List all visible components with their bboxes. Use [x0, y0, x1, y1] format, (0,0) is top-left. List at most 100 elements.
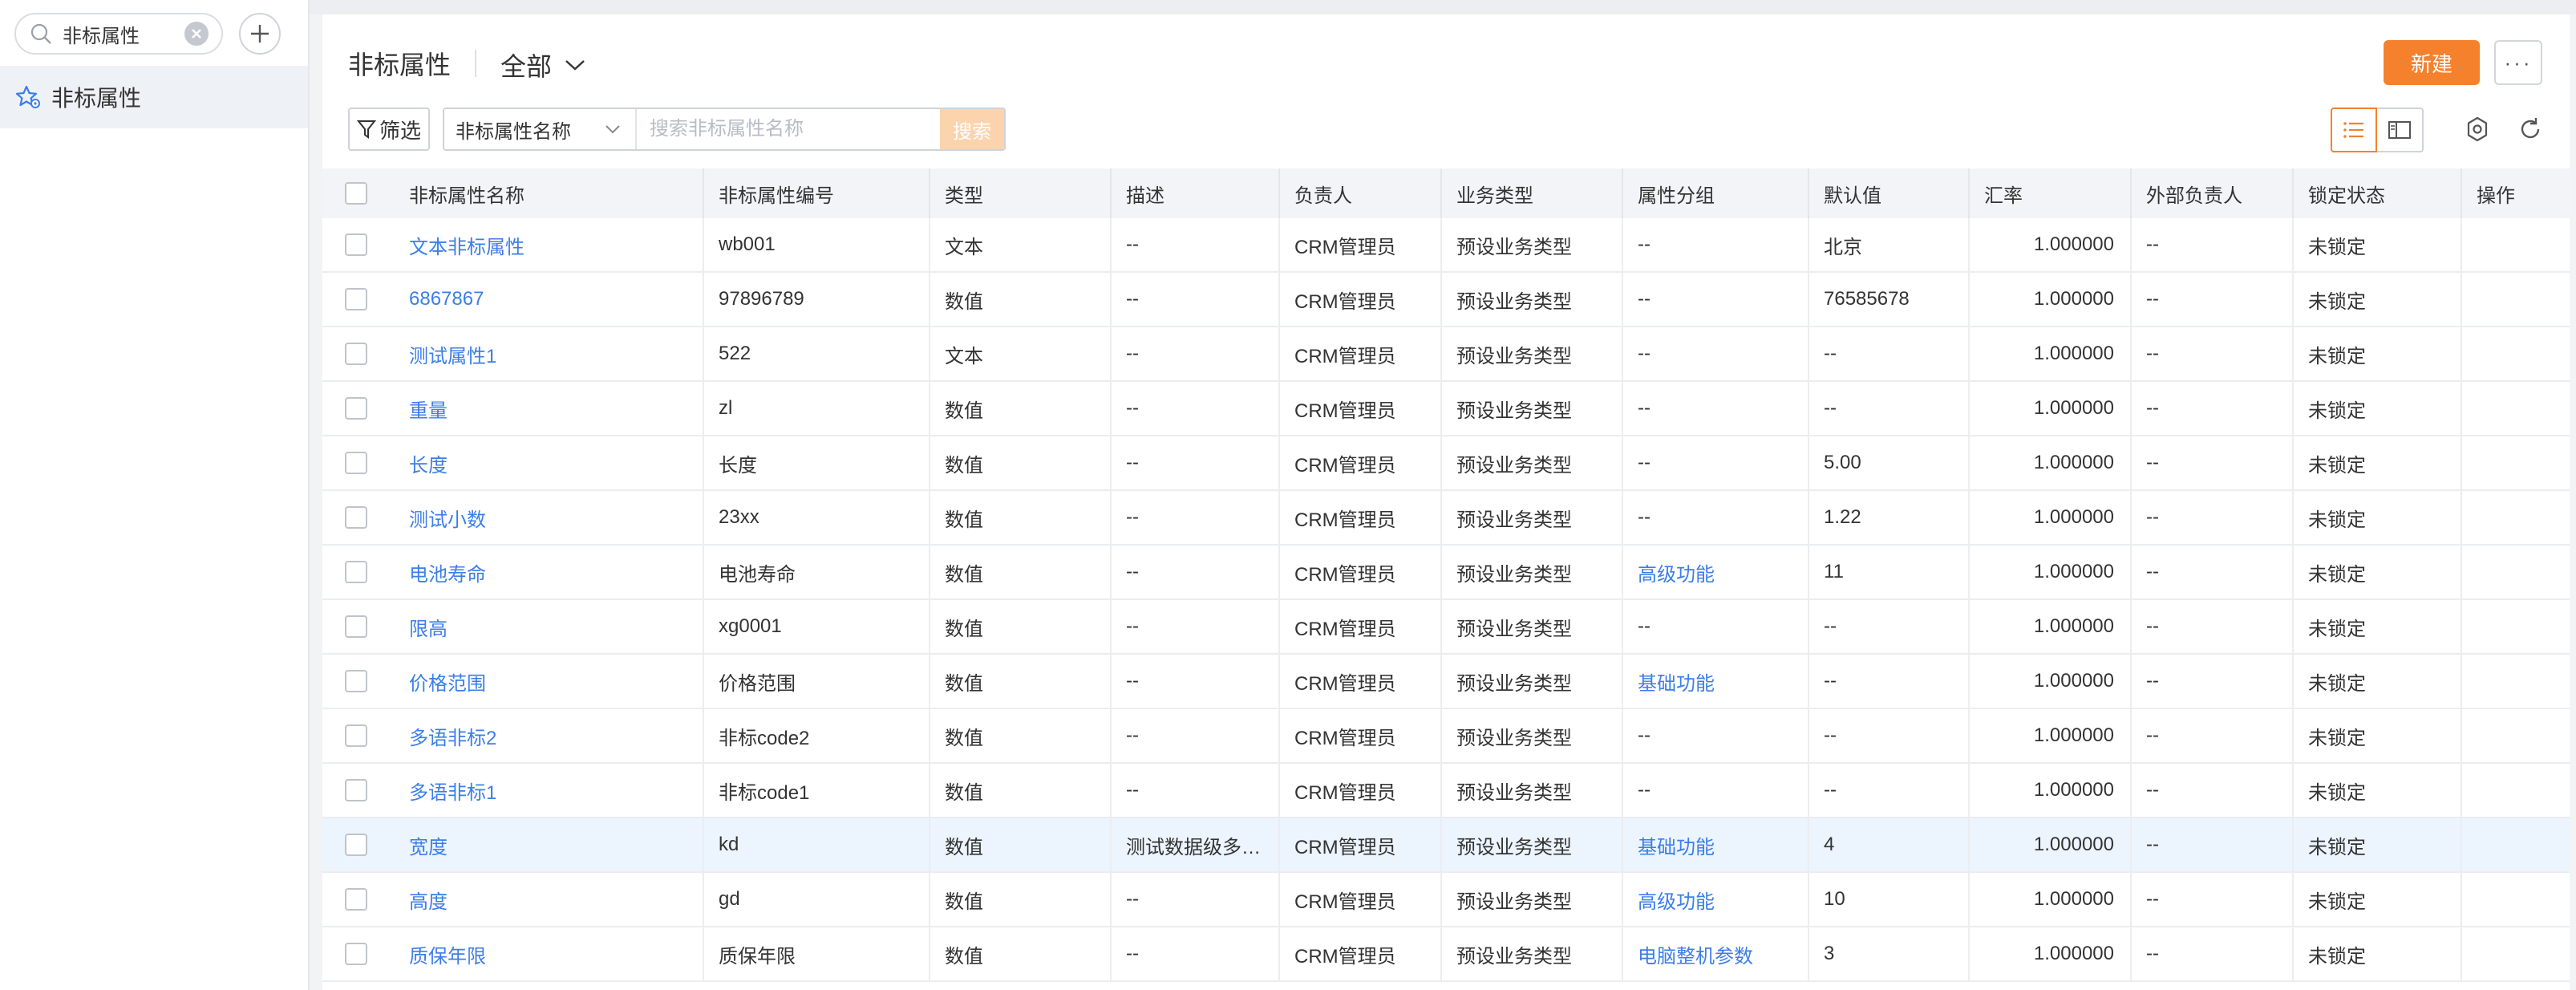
row-checkbox[interactable]: [345, 888, 367, 911]
search-field-select[interactable]: 非标属性名称: [444, 109, 637, 149]
row-checkbox[interactable]: [345, 943, 367, 965]
owner-name: CRM管理员: [1294, 891, 1396, 913]
search-input[interactable]: [637, 109, 940, 149]
table-row[interactable]: 高度 gd 数值 -- CRM管理员 预设业务类型 高级功能 10 1.000000 -- 未锁定: [322, 873, 2570, 927]
owner-name: CRM管理员: [1294, 345, 1396, 367]
row-checkbox[interactable]: [345, 343, 367, 365]
attribute-group[interactable]: 电脑整机参数: [1638, 940, 1753, 968]
attribute-name-link-cell: 多语非标1: [395, 764, 704, 817]
attribute-name-link[interactable]: 多语非标1: [409, 777, 496, 805]
lock-status-cell: 未锁定: [2294, 818, 2462, 871]
column-header[interactable]: 非标属性编号: [704, 168, 930, 218]
attribute-name-link[interactable]: 质保年限: [409, 940, 486, 968]
table-row[interactable]: 文本非标属性 wb001 文本 -- CRM管理员 预设业务类型 -- 北京 1.000000 -…: [322, 218, 2570, 273]
attribute-code-cell: 电池寿命: [704, 546, 930, 598]
clear-icon[interactable]: [184, 22, 209, 46]
column-header[interactable]: 属性分组: [1623, 168, 1809, 218]
attribute-code-cell: 价格范围: [704, 655, 930, 708]
row-checkbox[interactable]: [345, 834, 367, 856]
sidebar-search-field[interactable]: 非标属性: [14, 13, 223, 55]
filter-button[interactable]: 筛选: [348, 108, 430, 151]
select-all-checkbox[interactable]: [345, 182, 367, 205]
row-checkbox[interactable]: [345, 233, 367, 256]
table-row[interactable]: 价格范围 价格范围 数值 -- CRM管理员 预设业务类型 基础功能 -- 1.000000 --…: [322, 655, 2570, 709]
attribute-group[interactable]: 高级功能: [1638, 886, 1715, 914]
more-button[interactable]: ···: [2494, 40, 2542, 85]
external-owner: --: [2146, 452, 2159, 473]
table-row[interactable]: 多语非标2 非标code2 数值 -- CRM管理员 预设业务类型 -- -- 1.000000…: [322, 709, 2570, 764]
row-checkbox[interactable]: [345, 452, 367, 474]
view-toggle: [2331, 108, 2424, 152]
exchange-rate-cell: 1.000000: [1970, 764, 2132, 817]
title-divider: [475, 50, 476, 77]
add-button[interactable]: [239, 13, 281, 55]
table-row[interactable]: 限高 xg0001 数值 -- CRM管理员 预设业务类型 -- -- 1.000000 -- 未锁…: [322, 600, 2570, 655]
row-checkbox[interactable]: [345, 779, 367, 801]
row-checkbox[interactable]: [345, 615, 367, 638]
attribute-name-link[interactable]: 测试小数: [409, 504, 486, 532]
attribute-group[interactable]: 基础功能: [1638, 831, 1715, 859]
column-header[interactable]: 默认值: [1809, 168, 1970, 218]
attribute-group[interactable]: 基础功能: [1638, 667, 1715, 696]
split-view-button[interactable]: [2377, 108, 2424, 152]
column-header[interactable]: 非标属性名称: [395, 168, 704, 218]
lock-status-cell: 未锁定: [2294, 600, 2462, 653]
table-row[interactable]: 测试属性1 522 文本 -- CRM管理员 预设业务类型 -- -- 1.000000 -- 未锁…: [322, 327, 2570, 382]
attribute-description: --: [1126, 779, 1139, 801]
attribute-name-link[interactable]: 长度: [409, 449, 448, 477]
attribute-name-link[interactable]: 文本非标属性: [409, 231, 525, 259]
attribute-name-link[interactable]: 价格范围: [409, 667, 486, 696]
attribute-name-link[interactable]: 测试属性1: [409, 340, 496, 368]
row-checkbox[interactable]: [345, 670, 367, 692]
search-button[interactable]: 搜索: [940, 109, 1004, 149]
select-all-cell: [322, 168, 395, 218]
row-checkbox[interactable]: [345, 724, 367, 747]
attribute-name-link[interactable]: 限高: [409, 613, 448, 641]
attribute-name-link[interactable]: 多语非标2: [409, 722, 496, 750]
table-row[interactable]: 电池寿命 电池寿命 数值 -- CRM管理员 预设业务类型 高级功能 11 1.000000 --…: [322, 546, 2570, 600]
table-row[interactable]: 多语非标1 非标code1 数值 -- CRM管理员 预设业务类型 -- -- 1.000000…: [322, 764, 2570, 818]
sidebar-search-value[interactable]: 非标属性: [63, 20, 184, 48]
row-checkbox[interactable]: [345, 506, 367, 529]
settings-icon[interactable]: [2464, 116, 2491, 143]
table-row[interactable]: 6867867 97896789 数值 -- CRM管理员 预设业务类型 -- 7658567…: [322, 273, 2570, 327]
column-header[interactable]: 外部负责人: [2132, 168, 2294, 218]
table-row[interactable]: 宽度 kd 数值 测试数据级多… CRM管理员 预设业务类型 基础功能 4 1.000000 --…: [322, 818, 2570, 873]
row-checkbox[interactable]: [345, 561, 367, 583]
row-checkbox[interactable]: [345, 397, 367, 420]
column-header[interactable]: 锁定状态: [2294, 168, 2462, 218]
attribute-name-link-cell: 长度: [395, 436, 704, 489]
attribute-name-link[interactable]: 宽度: [409, 831, 448, 859]
table-row[interactable]: 重量 zl 数值 -- CRM管理员 预设业务类型 -- -- 1.000000 -- 未锁定: [322, 382, 2570, 436]
column-header[interactable]: 业务类型: [1442, 168, 1623, 218]
sidebar-item-nonstandard-attributes[interactable]: 非标属性: [0, 66, 308, 128]
table-row[interactable]: 质保年限 质保年限 数值 -- CRM管理员 预设业务类型 电脑整机参数 3 1.000000 -…: [322, 927, 2570, 982]
column-header[interactable]: 负责人: [1280, 168, 1442, 218]
new-button[interactable]: 新建: [2384, 40, 2480, 85]
attribute-name-link[interactable]: 电池寿命: [409, 558, 486, 586]
business-type-cell: 预设业务类型: [1442, 873, 1623, 926]
attribute-group[interactable]: 高级功能: [1638, 558, 1715, 586]
table-row[interactable]: 测试小数 23xx 数值 -- CRM管理员 预设业务类型 -- 1.22 1.000000 --…: [322, 491, 2570, 546]
attribute-name-link[interactable]: 高度: [409, 886, 448, 914]
lock-status: 未锁定: [2308, 618, 2366, 640]
refresh-icon[interactable]: [2517, 116, 2544, 143]
scope-dropdown[interactable]: 全部: [500, 47, 585, 83]
actions-cell: [2462, 491, 2566, 544]
business-type-cell: 预设业务类型: [1442, 546, 1623, 598]
scope-label: 全部: [500, 52, 553, 81]
attribute-name-link[interactable]: 6867867: [409, 288, 484, 310]
business-type-cell: 预设业务类型: [1442, 655, 1623, 708]
attribute-type: 数值: [945, 727, 983, 749]
table-row[interactable]: 长度 长度 数值 -- CRM管理员 预设业务类型 -- 5.00 1.000000 -- 未锁定: [322, 436, 2570, 491]
attribute-code: 长度: [719, 454, 757, 477]
list-view-button[interactable]: [2331, 108, 2377, 152]
column-header[interactable]: 描述: [1112, 168, 1280, 218]
attribute-group-cell: 高级功能: [1623, 546, 1809, 598]
row-checkbox[interactable]: [345, 288, 367, 310]
column-header[interactable]: 汇率: [1970, 168, 2132, 218]
exchange-rate-cell: 1.000000: [1970, 600, 2132, 653]
attribute-description: --: [1126, 452, 1139, 473]
attribute-name-link[interactable]: 重量: [409, 395, 448, 423]
column-header[interactable]: 类型: [930, 168, 1112, 218]
